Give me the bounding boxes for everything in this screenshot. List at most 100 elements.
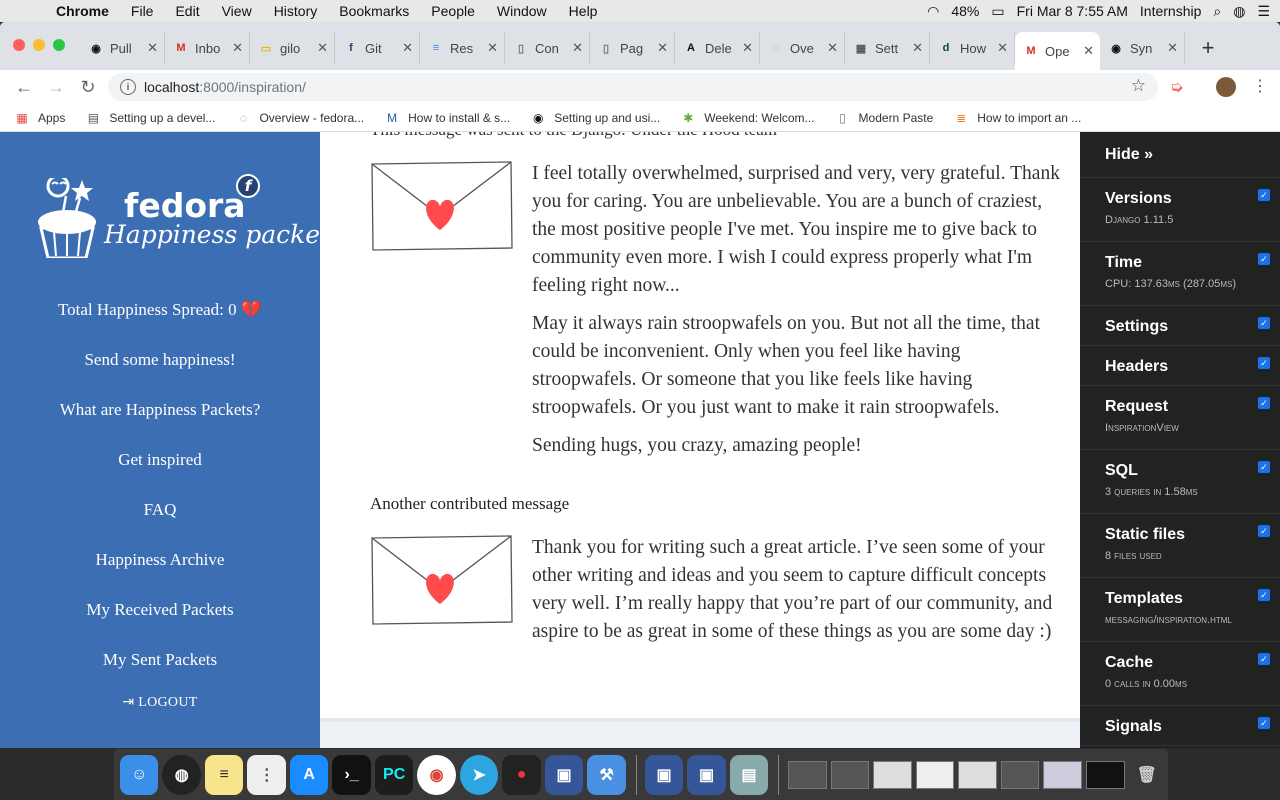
virtualbox-icon[interactable]: ▣ (687, 754, 726, 795)
tab[interactable]: f Git ✕ (335, 32, 420, 64)
user-name[interactable]: Internship (1140, 3, 1201, 19)
reload-icon[interactable]: ↻ (72, 77, 104, 98)
bookmark-item[interactable]: ▤ Setting up a devel... (85, 110, 216, 126)
tab[interactable]: M Inbo ✕ (165, 32, 250, 64)
panel-toggle-checkbox[interactable]: ✓ (1258, 357, 1270, 369)
sidebar-item-sent[interactable]: My Sent Packets (0, 648, 320, 698)
sidebar-item-faq[interactable]: FAQ (0, 498, 320, 548)
close-tab-icon[interactable]: ✕ (997, 40, 1008, 56)
wifi-icon[interactable]: ◠ (927, 3, 939, 20)
screen-recorder-icon[interactable]: ● (502, 754, 541, 795)
siri-icon[interactable]: ◍ (1233, 3, 1245, 20)
bookmark-item[interactable]: M How to install & s... (384, 110, 510, 126)
bookmark-item[interactable]: ✱ Weekend: Welcom... (680, 110, 814, 126)
menu-people[interactable]: People (420, 3, 486, 19)
tab[interactable]: ≡ Res ✕ (420, 32, 505, 64)
close-tab-icon[interactable]: ✕ (912, 40, 923, 56)
panel-toggle-checkbox[interactable]: ✓ (1258, 525, 1270, 537)
virtualbox-icon[interactable]: ▣ (644, 754, 684, 795)
debug-panel-time[interactable]: Time CPU: 137.63ms (287.05ms) ✓ (1080, 242, 1280, 306)
virtualbox-icon[interactable]: ▣ (544, 754, 584, 795)
extension-icon[interactable]: ➭ (1170, 77, 1190, 97)
tab[interactable]: ◌ Ove ✕ (760, 32, 845, 64)
tab[interactable]: ◉ Pull ✕ (80, 32, 165, 64)
panel-toggle-checkbox[interactable]: ✓ (1258, 653, 1270, 665)
new-tab-button[interactable]: + (1193, 32, 1223, 64)
close-tab-icon[interactable]: ✕ (657, 40, 668, 56)
happiness-packets-logo[interactable]: fedora f Happiness packets (36, 170, 343, 266)
panel-toggle-checkbox[interactable]: ✓ (1258, 717, 1270, 729)
tab[interactable]: A Dele ✕ (675, 32, 760, 64)
xcode-icon[interactable]: ⚒ (587, 754, 626, 795)
close-tab-icon[interactable]: ✕ (487, 40, 498, 56)
close-tab-icon[interactable]: ✕ (147, 40, 158, 56)
sidebar-item-received[interactable]: My Received Packets (0, 598, 320, 648)
finder-icon[interactable]: ☺ (120, 754, 159, 795)
menu-app-name[interactable]: Chrome (42, 3, 120, 19)
spotlight-icon[interactable]: ⌕ (1213, 3, 1221, 20)
close-tab-icon[interactable]: ✕ (402, 40, 413, 56)
sidebar-item-archive[interactable]: Happiness Archive (0, 548, 320, 598)
debug-panel-templates[interactable]: Templates messaging/inspiration.html ✓ (1080, 578, 1280, 642)
bookmark-star-icon[interactable]: ☆ (1131, 76, 1146, 96)
close-tab-icon[interactable]: ✕ (572, 40, 583, 56)
back-arrow-icon[interactable]: ← (8, 77, 40, 98)
debug-panel-signals[interactable]: Signals ✓ (1080, 706, 1280, 746)
bookmark-item[interactable]: ▦ Apps (14, 110, 65, 126)
profile-avatar[interactable] (1216, 77, 1236, 97)
tab[interactable]: M Ope ✕ (1015, 32, 1100, 70)
debug-panel-sql[interactable]: SQL 3 queries in 1.58ms ✓ (1080, 450, 1280, 514)
bookmark-item[interactable]: ▯ Modern Paste (835, 110, 933, 126)
battery-icon[interactable]: ▭ (991, 3, 1004, 20)
tab[interactable]: ▯ Con ✕ (505, 32, 590, 64)
terminal-icon[interactable]: ›_ (332, 754, 371, 795)
close-window-button[interactable] (13, 39, 25, 51)
info-icon[interactable]: i (120, 79, 136, 95)
chrome-icon[interactable]: ◉ (417, 754, 456, 795)
debug-panel-static-files[interactable]: Static files 8 files used ✓ (1080, 514, 1280, 578)
debug-panel-versions[interactable]: Versions Django 1.11.5 ✓ (1080, 178, 1280, 242)
sidebar-item-send[interactable]: Send some happiness! (0, 348, 320, 398)
menu-bookmarks[interactable]: Bookmarks (328, 3, 420, 19)
forward-arrow-icon[interactable]: → (40, 77, 72, 98)
chrome-menu-icon[interactable]: ⋮ (1252, 76, 1268, 96)
minimized-window[interactable] (873, 760, 912, 789)
menu-view[interactable]: View (211, 3, 263, 19)
menu-edit[interactable]: Edit (164, 3, 210, 19)
panel-toggle-checkbox[interactable]: ✓ (1258, 397, 1270, 409)
minimized-window[interactable] (1000, 760, 1040, 789)
siri-icon[interactable]: ◍ (162, 754, 201, 795)
menu-help[interactable]: Help (558, 3, 609, 19)
preview-icon[interactable]: ▤ (729, 754, 769, 795)
close-tab-icon[interactable]: ✕ (1167, 40, 1178, 56)
minimized-window[interactable] (958, 760, 997, 789)
close-tab-icon[interactable]: ✕ (742, 40, 753, 56)
debug-panel-headers[interactable]: Headers ✓ (1080, 346, 1280, 386)
tab[interactable]: ▯ Pag ✕ (590, 32, 675, 64)
close-tab-icon[interactable]: ✕ (232, 40, 243, 56)
tab[interactable]: d How ✕ (930, 32, 1015, 64)
minimized-window[interactable] (915, 760, 955, 789)
debug-panel-cache[interactable]: Cache 0 calls in 0.00ms ✓ (1080, 642, 1280, 706)
battery-percent[interactable]: 48% (951, 3, 979, 19)
sidebar-item-about[interactable]: What are Happiness Packets? (0, 398, 320, 448)
panel-toggle-checkbox[interactable]: ✓ (1258, 253, 1270, 265)
debug-panel-settings[interactable]: Settings ✓ (1080, 306, 1280, 346)
debug-panel-request[interactable]: Request InspirationView ✓ (1080, 386, 1280, 450)
panel-toggle-checkbox[interactable]: ✓ (1258, 589, 1270, 601)
trash-icon[interactable]: 🗑 (1128, 755, 1166, 795)
pycharm-icon[interactable]: PC (374, 754, 414, 795)
notes-icon[interactable]: ≡ (204, 754, 244, 795)
tab[interactable]: ▦ Sett ✕ (845, 32, 930, 64)
bookmark-item[interactable]: ≣ How to import an ... (953, 110, 1081, 126)
close-tab-icon[interactable]: ✕ (827, 40, 838, 56)
sidebar-item-inspiration[interactable]: Get inspired (0, 448, 320, 498)
tab[interactable]: ◉ Syn ✕ (1100, 32, 1185, 64)
address-bar[interactable]: i localhost:8000/inspiration/ ☆ (108, 73, 1158, 101)
logout-link[interactable]: ⇥ LOGOUT (0, 694, 320, 711)
telegram-icon[interactable]: ➤ (459, 754, 499, 795)
tab[interactable]: ▭ gilo ✕ (250, 32, 335, 64)
panel-toggle-checkbox[interactable]: ✓ (1258, 461, 1270, 473)
menu-file[interactable]: File (120, 3, 165, 19)
minimized-window[interactable] (830, 760, 870, 789)
